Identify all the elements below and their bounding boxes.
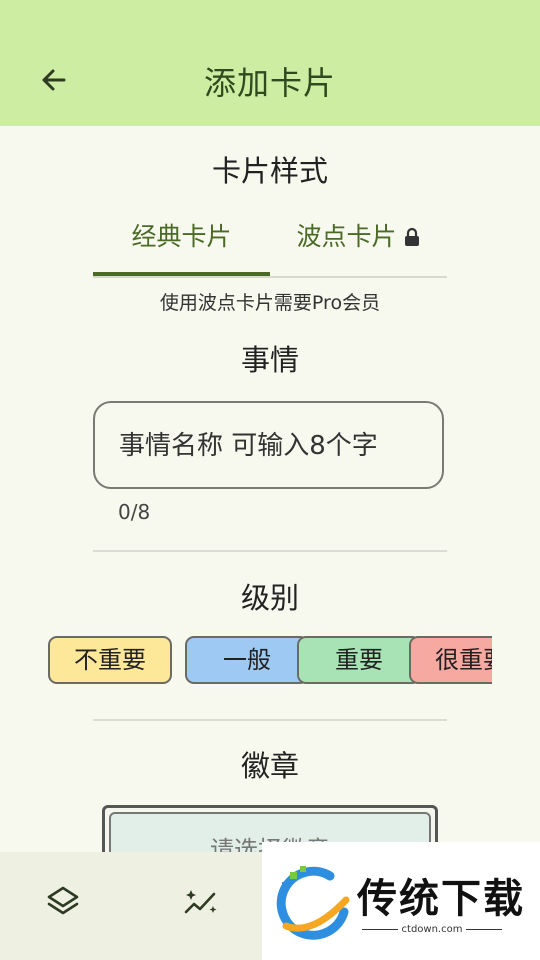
level-chip-not-important[interactable]: 不重要 [48,636,172,684]
level-chip-very-important[interactable]: 很重要 [409,636,492,684]
lock-icon [404,227,419,246]
tab-dot-card[interactable]: 波点卡片 [270,210,447,274]
page-title: 添加卡片 [203,64,336,102]
level-heading: 级别 [240,581,299,615]
nav-stats[interactable] [181,882,221,922]
pro-hint-text: 使用波点卡片需要Pro会员 [159,292,381,314]
sparkle-chart-icon [184,890,217,914]
watermark-overlay: 传统下载 ctdown.com [262,842,540,960]
card-style-heading: 卡片样式 [211,154,328,188]
watermark-brand: 传统下载 [357,876,525,922]
divider [93,550,447,552]
tab-classic-card-label: 经典卡片 [131,222,232,251]
watermark-logo [276,866,350,940]
event-name-field[interactable] [93,401,444,489]
level-options: 不重要 一般 重要 很重要 [48,636,492,686]
event-name-input[interactable] [117,423,421,469]
divider [93,719,447,721]
level-chip-normal[interactable]: 一般 [185,636,309,684]
tab-classic-card[interactable]: 经典卡片 [93,210,270,276]
badge-heading: 徽章 [240,749,299,783]
layers-icon [47,886,79,915]
event-heading: 事情 [240,343,299,377]
tab-indicator [93,272,270,276]
app-bar: 添加卡片 [0,0,540,126]
level-chip-important[interactable]: 重要 [297,636,421,684]
watermark-url: ctdown.com [357,924,507,935]
char-counter: 0/8 [118,500,151,524]
tab-dot-card-label: 波点卡片 [296,222,397,251]
nav-layers[interactable] [43,882,83,922]
card-style-tabs: 经典卡片 波点卡片 [93,210,447,278]
